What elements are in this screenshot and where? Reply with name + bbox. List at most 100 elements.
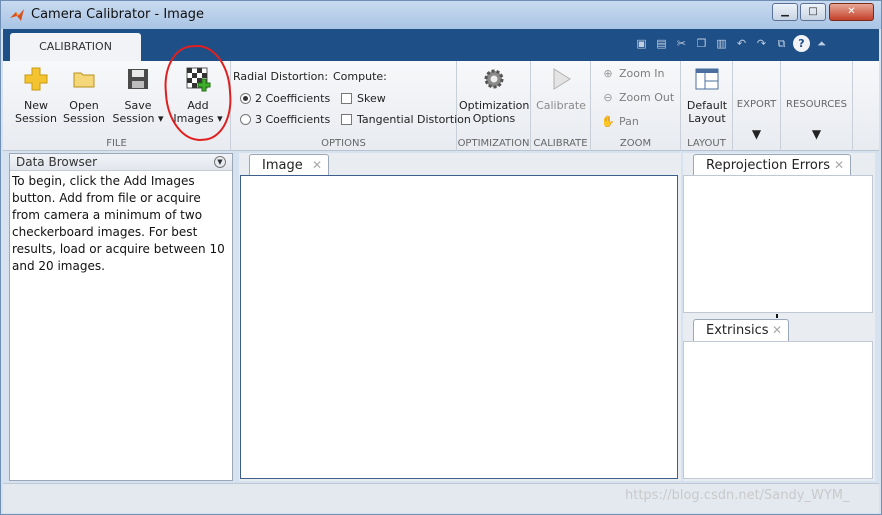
data-browser-header: Data Browser ▼ [10, 154, 232, 171]
help-icon[interactable]: ? [793, 35, 810, 52]
copy-icon[interactable]: ❐ [693, 35, 710, 52]
cut-icon[interactable]: ✂ [673, 35, 690, 52]
open-session-button[interactable]: Open Session [61, 65, 107, 125]
optimization-options-button[interactable]: Optimization Options [459, 65, 529, 125]
two-coefficients-radio[interactable] [240, 93, 251, 104]
pan-label: Pan [619, 115, 639, 128]
calibrate-button[interactable]: Calibrate [533, 65, 589, 112]
close-tab-icon[interactable]: ✕ [312, 155, 322, 176]
default-layout-label-2: Layout [688, 112, 726, 125]
close-tab-icon[interactable]: ✕ [834, 155, 844, 176]
image-document-area: Image ✕ [239, 153, 681, 481]
three-coefficients-radio[interactable] [240, 114, 251, 125]
section-label-file: FILE [106, 138, 127, 149]
tangential-distortion-checkbox[interactable] [341, 114, 352, 125]
add-images-button[interactable]: Add Images ▾ [171, 65, 225, 125]
section-label-optimization: OPTIMIZATION [457, 138, 530, 149]
toolstrip-tab-bar: CALIBRATION ▣ ▤ ✂ ❐ ▥ ↶ ↷ ⧉? ⏶ [3, 29, 879, 61]
optimization-options-label-2: Options [472, 112, 516, 125]
tab-extrinsics[interactable]: Extrinsics ✕ [693, 319, 789, 341]
new-file-icon[interactable]: ▣ [633, 35, 650, 52]
default-layout-label-1: Default [686, 99, 728, 112]
tab-image[interactable]: Image ✕ [249, 154, 329, 176]
compute-label: Compute: [333, 70, 387, 83]
save-session-label-1: Save [124, 99, 152, 112]
save-icon[interactable]: ▤ [653, 35, 670, 52]
caret-down-icon: ▼ [751, 127, 762, 141]
reprojection-errors-plot[interactable] [683, 175, 873, 313]
section-label-options: OPTIONS [321, 138, 366, 149]
section-label-layout: LAYOUT [687, 138, 726, 149]
new-session-label-1: New [24, 99, 48, 112]
quick-access-toolbar: ▣ ▤ ✂ ❐ ▥ ↶ ↷ ⧉? ⏶ [633, 35, 833, 55]
panel-menu-icon[interactable]: ▼ [214, 156, 226, 168]
zoom-in-button[interactable]: ⊕ Zoom In [601, 67, 664, 80]
open-session-label-2: Session [63, 112, 105, 125]
tab-reprojection-label: Reprojection Errors [706, 158, 830, 173]
two-coefficients-label: 2 Coefficients [255, 92, 331, 105]
undo-icon[interactable]: ↶ [733, 35, 750, 52]
data-browser-panel: Data Browser ▼ To begin, click the Add I… [9, 153, 233, 481]
caret-down-icon: ▼ [811, 127, 822, 141]
matlab-logo-icon [10, 9, 24, 21]
instruction-line: checkerboard images. For best [12, 225, 198, 239]
pan-button[interactable]: ✋ Pan [601, 115, 639, 128]
paste-icon[interactable]: ▥ [713, 35, 730, 52]
right-pane: Reprojection Errors ✕ Extrinsics ✕ [683, 153, 875, 481]
watermark-text: https://blog.csdn.net/Sandy_WYM_ [625, 488, 850, 503]
ribbon: New Session Open Session Save Session ▾ [3, 61, 879, 151]
new-session-button[interactable]: New Session [13, 65, 59, 125]
zoom-in-icon: ⊕ [603, 67, 613, 80]
zoom-out-label: Zoom Out [619, 91, 675, 104]
section-zoom: ⊕ Zoom In ⊖ Zoom Out ✋ Pan ZOOM [591, 61, 681, 151]
instruction-line: To begin, click the Add Images [12, 174, 195, 188]
folder-icon [70, 65, 98, 93]
instruction-line: and 20 images. [12, 259, 105, 273]
maximize-button[interactable]: □ [800, 3, 826, 21]
hand-icon: ✋ [601, 115, 615, 128]
resources-dropdown[interactable]: RESOURCES ▼ [781, 61, 853, 151]
resources-label: RESOURCES [786, 99, 847, 110]
image-canvas[interactable] [240, 175, 678, 479]
splitter-handle[interactable] [776, 314, 778, 318]
tangential-distortion-label: Tangential Distortion [357, 113, 471, 126]
minimize-button[interactable]: ▁ [772, 3, 798, 21]
data-browser-title: Data Browser [16, 155, 98, 169]
tab-image-label: Image [262, 158, 303, 173]
plus-icon [22, 65, 50, 93]
play-icon [547, 65, 575, 93]
section-file: New Session Open Session Save Session ▾ [3, 61, 231, 151]
add-checkerboard-icon [184, 65, 212, 93]
close-tab-icon[interactable]: ✕ [772, 320, 782, 341]
zoom-in-label: Zoom In [619, 67, 665, 80]
collapse-icon[interactable]: ⏶ [813, 35, 830, 52]
zoom-out-button[interactable]: ⊖ Zoom Out [601, 91, 674, 104]
tab-calibration[interactable]: CALIBRATION [10, 33, 141, 61]
tab-reprojection-errors[interactable]: Reprojection Errors ✕ [693, 154, 851, 176]
layout-grid-icon [693, 65, 721, 93]
section-label-calibrate: CALIBRATE [533, 138, 588, 149]
export-label: EXPORT [736, 99, 777, 110]
section-layout: Default Layout LAYOUT [681, 61, 733, 151]
close-button[interactable]: ✕ [829, 3, 874, 21]
redo-icon[interactable]: ↷ [753, 35, 770, 52]
save-session-button[interactable]: Save Session ▾ [109, 65, 167, 125]
switch-windows-icon[interactable]: ⧉ [773, 35, 790, 52]
title-bar: Camera Calibrator - Image ▁ □ ✕ [1, 1, 881, 29]
app-window: Camera Calibrator - Image ▁ □ ✕ CALIBRAT… [0, 0, 882, 515]
save-session-label-2: Session ▾ [112, 112, 164, 125]
window-title: Camera Calibrator - Image [31, 7, 205, 22]
extrinsics-plot[interactable] [683, 341, 873, 479]
default-layout-button[interactable]: Default Layout [683, 65, 731, 125]
skew-checkbox[interactable] [341, 93, 352, 104]
open-session-label-1: Open [69, 99, 99, 112]
optimization-options-label-1: Optimization [459, 99, 530, 112]
section-optimization: Optimization Options OPTIMIZATION [457, 61, 531, 151]
calibrate-label: Calibrate [536, 99, 586, 112]
export-dropdown[interactable]: EXPORT ▼ [733, 61, 781, 151]
three-coefficients-label: 3 Coefficients [255, 113, 331, 126]
section-options: Radial Distortion: Compute: 2 Coefficien… [231, 61, 471, 151]
radial-distortion-label: Radial Distortion: [233, 70, 329, 83]
tab-extrinsics-label: Extrinsics [706, 323, 769, 338]
instruction-line: button. Add from file or acquire [12, 191, 201, 205]
